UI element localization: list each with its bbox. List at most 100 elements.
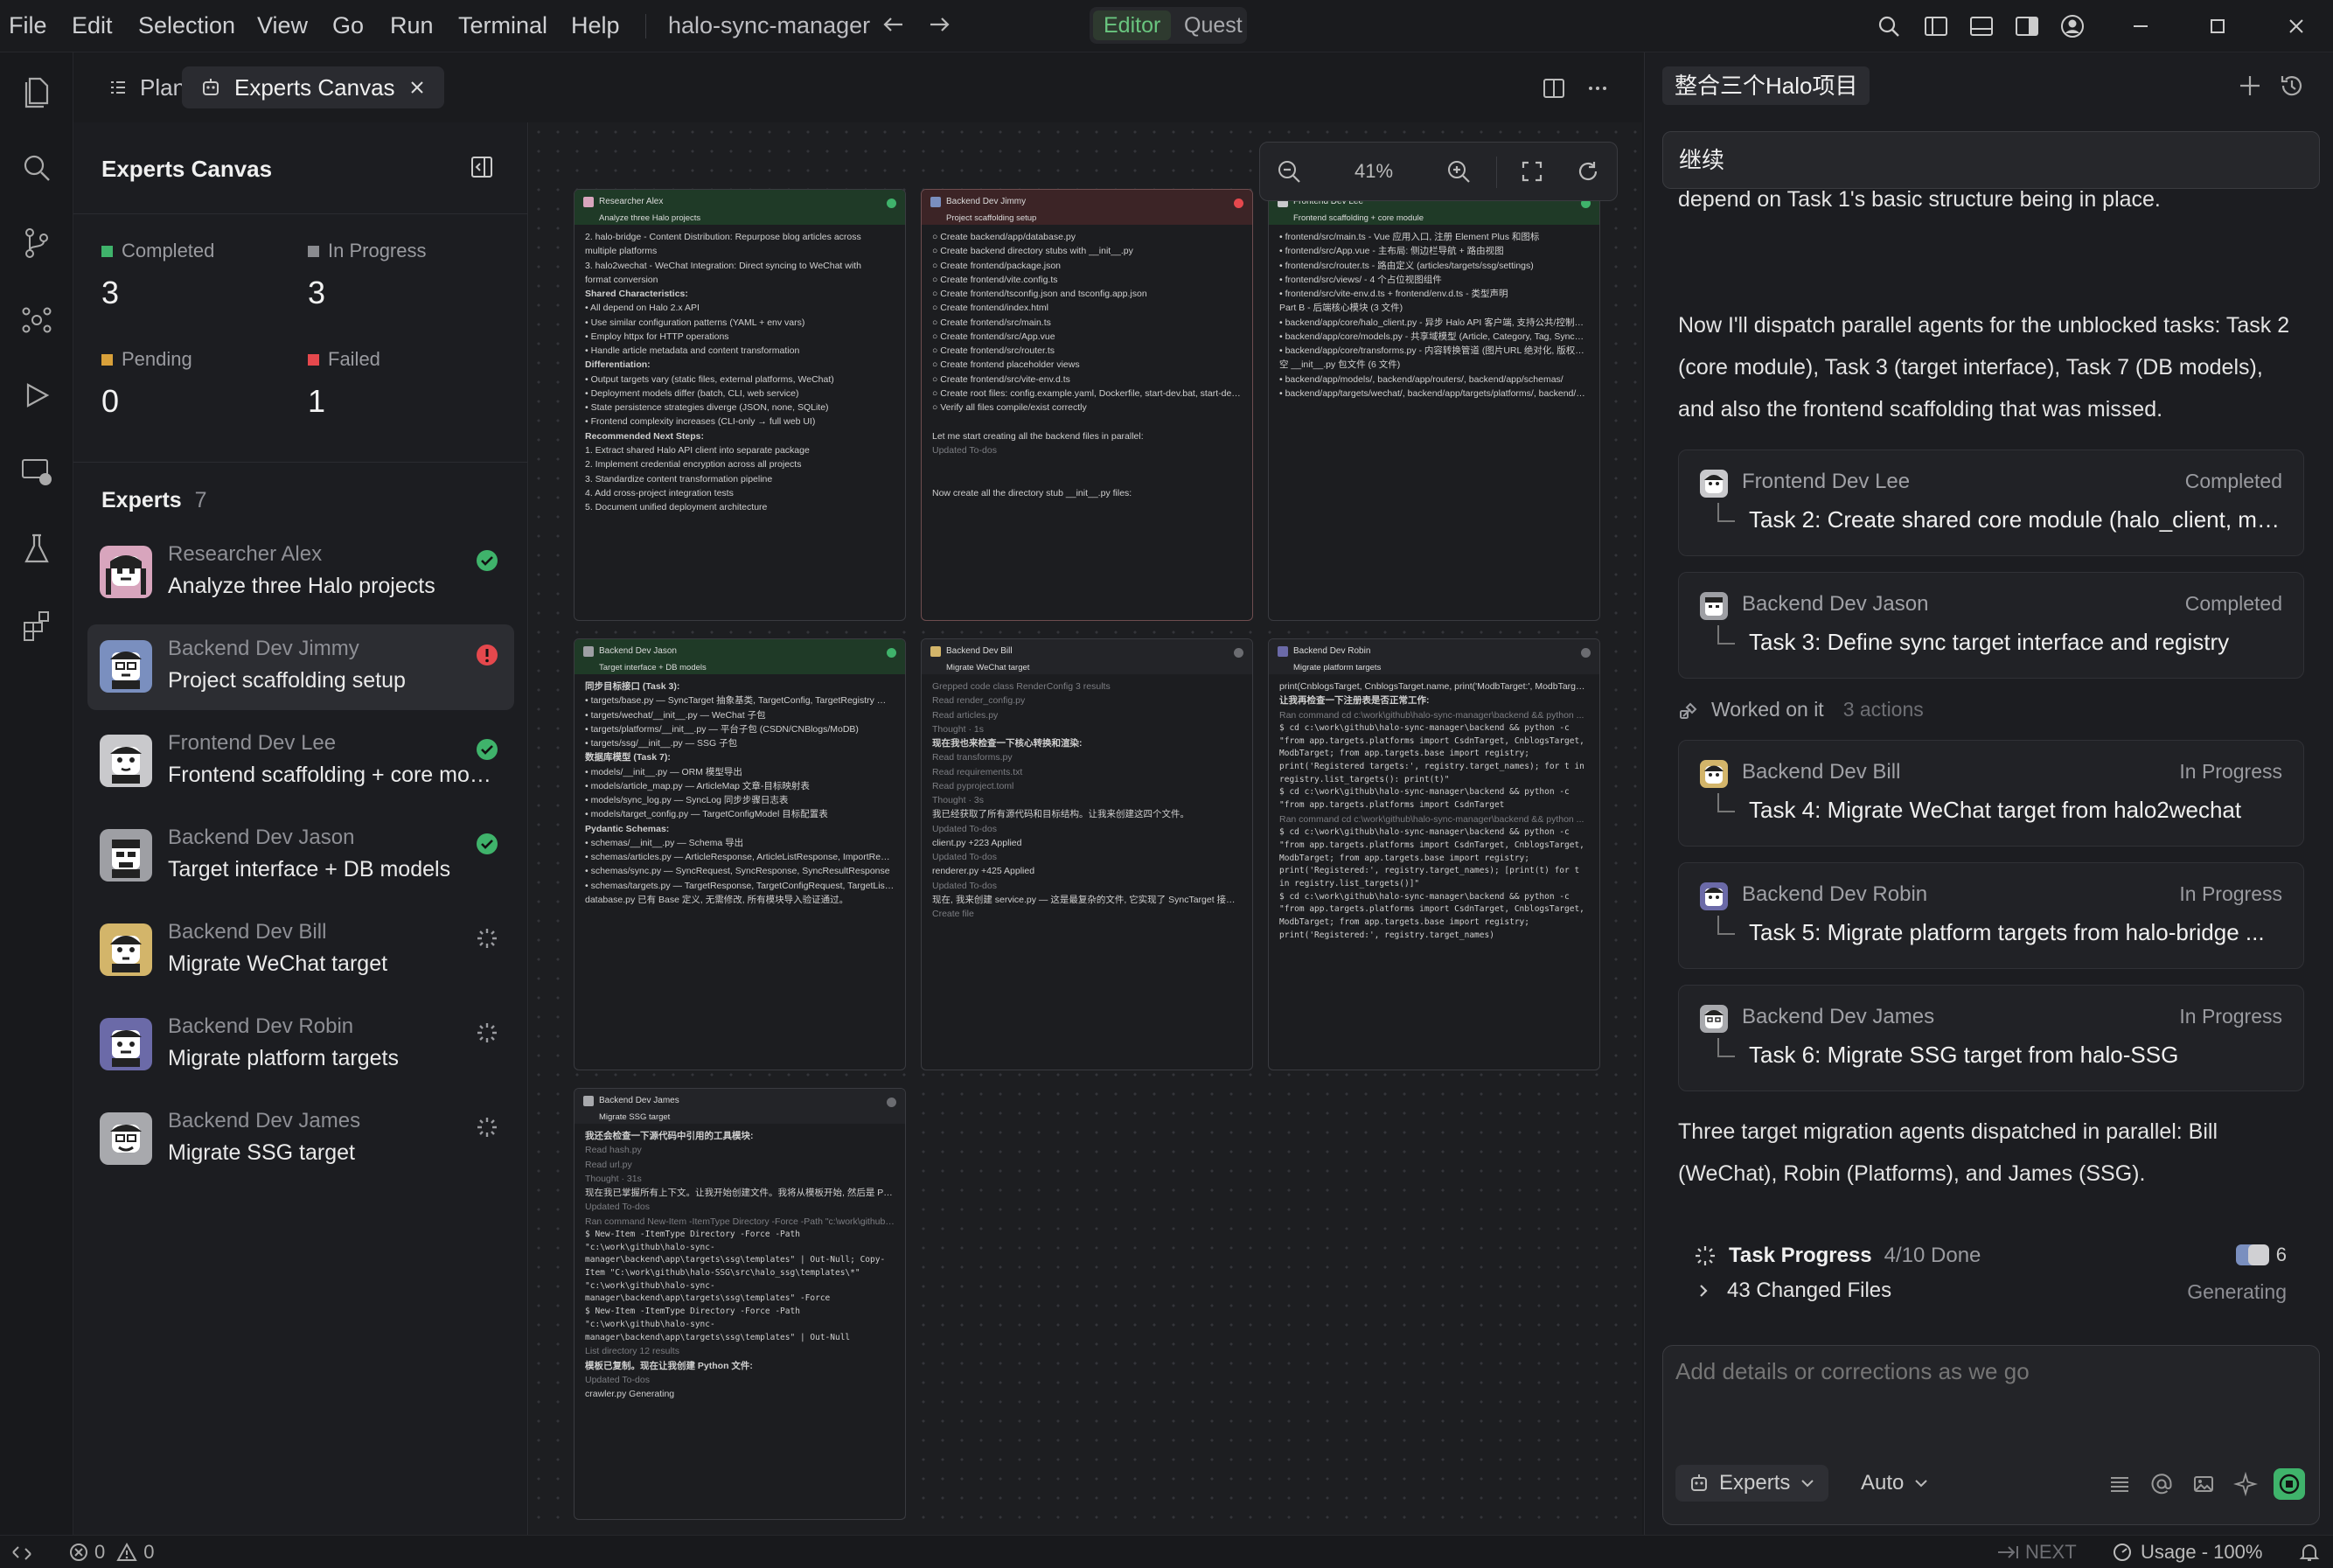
loading-spinner-icon (1694, 1244, 1717, 1267)
tab-experts-canvas[interactable]: Experts Canvas (182, 66, 444, 108)
sparkle-icon[interactable] (2233, 1472, 2258, 1496)
agent-card-line: Let me start creating all the backend fi… (932, 430, 1144, 442)
account-icon[interactable] (2058, 12, 2086, 40)
task-card[interactable]: Backend Dev Robin In Progress Task 5: Mi… (1678, 862, 2304, 969)
menu-file[interactable]: File (9, 12, 47, 39)
experts-canvas-area[interactable]: Researcher Alex Analyze three Halo proje… (529, 122, 1642, 1535)
next-indicator[interactable]: NEXT (1995, 1541, 2077, 1564)
agent-card-line: • frontend/src/vite-env.d.ts + frontend/… (1279, 289, 1508, 300)
usage-indicator[interactable]: Usage - 100% (2111, 1541, 2262, 1564)
toggle-panel-icon[interactable] (1967, 12, 1995, 40)
chat-scroll-area[interactable]: dirs) and simultaneously start Tasks 2, … (1645, 131, 2333, 1286)
tree-connector (1717, 503, 1735, 522)
activity-bar (0, 52, 73, 1535)
extensions-icon[interactable] (17, 607, 56, 645)
agent-card-line: Ran command cd c:\work\github\halo-sync-… (1279, 813, 1584, 825)
agent-card[interactable]: Backend Dev Bill Migrate WeChat target G… (921, 638, 1253, 1070)
changed-files-toggle[interactable]: 43 Changed Files (1694, 1279, 1891, 1303)
explorer-icon[interactable] (17, 72, 56, 110)
zoom-out-icon[interactable] (1276, 158, 1302, 185)
expert-item[interactable]: Backend Dev Jason Target interface + DB … (87, 813, 514, 899)
agent-card[interactable]: Researcher Alex Analyze three Halo proje… (574, 189, 906, 621)
expert-item[interactable]: Frontend Dev Lee Frontend scaffolding + … (87, 719, 514, 805)
agent-card-task: Migrate WeChat target (946, 662, 1030, 672)
agent-card-line: $ cd c:\work\github\halo-sync-manager\ba… (1279, 891, 1584, 940)
agent-card[interactable]: Backend Dev James Migrate SSG target 我还会… (574, 1088, 906, 1520)
worked-on-it-toggle[interactable]: Worked on it 3 actions (1678, 698, 1924, 721)
expert-item[interactable]: Backend Dev Robin Migrate platform targe… (87, 1002, 514, 1088)
agent-card[interactable]: Backend Dev Robin Migrate platform targe… (1268, 638, 1600, 1070)
new-chat-icon[interactable] (2236, 72, 2264, 100)
problems-indicator[interactable]: 0 0 (68, 1541, 155, 1564)
agent-card-line: • backend/app/models/, backend/app/route… (1279, 373, 1563, 385)
close-window-icon[interactable] (2282, 12, 2310, 40)
status-bar: 0 0 NEXT Usage - 100% (0, 1535, 2333, 1568)
session-title[interactable]: 整合三个Halo项目 (1662, 66, 1870, 105)
menu-edit[interactable]: Edit (72, 12, 113, 39)
fit-view-icon[interactable] (1519, 158, 1545, 185)
search-activity-icon[interactable] (17, 149, 56, 187)
split-editor-icon[interactable] (1541, 75, 1567, 101)
menu-go[interactable]: Go (332, 12, 364, 39)
testing-icon[interactable] (17, 530, 56, 568)
source-control-icon[interactable] (17, 224, 56, 262)
stop-generation-button[interactable] (2272, 1467, 2307, 1502)
agents-icon[interactable] (17, 301, 56, 339)
chat-input[interactable] (1675, 1358, 2305, 1437)
mode-quest-button[interactable]: Quest (1179, 10, 1248, 40)
task-card[interactable]: Frontend Dev Lee Completed Task 2: Creat… (1678, 449, 2304, 556)
divider (73, 462, 528, 463)
reset-view-icon[interactable] (1575, 158, 1601, 185)
mention-icon[interactable] (2149, 1472, 2174, 1496)
history-icon[interactable] (2278, 72, 2306, 100)
expert-item[interactable]: Backend Dev Bill Migrate WeChat target (87, 908, 514, 993)
minimize-icon[interactable] (2127, 12, 2155, 40)
toggle-sidebar-icon[interactable] (1922, 12, 1950, 40)
stat-completed-label: Completed (122, 240, 215, 261)
task-card[interactable]: Backend Dev Bill In Progress Task 4: Mig… (1678, 740, 2304, 847)
agent-avatar-stack: 6 (2234, 1242, 2287, 1268)
agent-card-line: Read requirements.txt (932, 766, 1023, 777)
zoom-toolbar: 41% (1259, 142, 1618, 201)
task-card[interactable]: Backend Dev Jason Completed Task 3: Defi… (1678, 572, 2304, 679)
remote-explorer-icon[interactable] (17, 453, 56, 491)
agent-card[interactable]: Backend Dev Jimmy Project scaffolding se… (921, 189, 1253, 621)
agent-card-task: Project scaffolding setup (946, 213, 1037, 223)
task-card[interactable]: Backend Dev James In Progress Task 6: Mi… (1678, 985, 2304, 1091)
menu-view[interactable]: View (257, 12, 308, 39)
maximize-icon[interactable] (2204, 12, 2232, 40)
image-icon[interactable] (2191, 1472, 2216, 1496)
context-list-icon[interactable] (2107, 1472, 2132, 1496)
agent-card-line: Updated To-dos (585, 1202, 650, 1213)
agent-card-line: $ cd c:\work\github\halo-sync-manager\ba… (1279, 827, 1584, 889)
mode-dropdown[interactable]: Experts (1675, 1465, 1829, 1502)
assistant-message: Now I'll dispatch parallel agents for th… (1678, 313, 2290, 422)
model-dropdown[interactable]: Auto (1861, 1465, 1930, 1502)
agent-card-line: 2. halo-bridge - Content Distribution: R… (585, 232, 861, 242)
agent-card[interactable]: Frontend Dev Lee Frontend scaffolding + … (1268, 189, 1600, 621)
menu-run[interactable]: Run (390, 12, 434, 39)
run-debug-icon[interactable] (17, 376, 56, 415)
menu-terminal[interactable]: Terminal (458, 12, 547, 39)
search-icon[interactable] (1875, 12, 1903, 40)
menu-selection[interactable]: Selection (138, 12, 235, 39)
expert-item[interactable]: Backend Dev James Migrate SSG target (87, 1097, 514, 1182)
back-arrow-icon[interactable] (880, 10, 908, 38)
toggle-secondary-icon[interactable] (2013, 12, 2041, 40)
collapse-panel-icon[interactable] (469, 154, 495, 180)
task-progress-box[interactable]: Task Progress 4/10 Done 6 43 Changed Fil… (1678, 1238, 2304, 1312)
forward-arrow-icon[interactable] (925, 10, 953, 38)
mode-editor-button[interactable]: Editor (1093, 10, 1172, 40)
agent-card[interactable]: Backend Dev Jason Target interface + DB … (574, 638, 906, 1070)
remote-icon[interactable] (10, 1543, 33, 1564)
expert-item[interactable]: Researcher Alex Analyze three Halo proje… (87, 530, 514, 616)
avatar-count: 6 (2275, 1244, 2287, 1265)
project-name[interactable]: halo-sync-manager (668, 12, 870, 39)
more-actions-icon[interactable] (1584, 75, 1611, 101)
menu-help[interactable]: Help (571, 12, 620, 39)
zoom-in-icon[interactable] (1445, 158, 1472, 185)
expert-item[interactable]: Backend Dev Jimmy Project scaffolding se… (87, 624, 514, 710)
close-tab-icon[interactable] (407, 78, 427, 97)
notifications-bell-icon[interactable] (2298, 1541, 2321, 1564)
expert-name: Researcher Alex (168, 542, 323, 566)
